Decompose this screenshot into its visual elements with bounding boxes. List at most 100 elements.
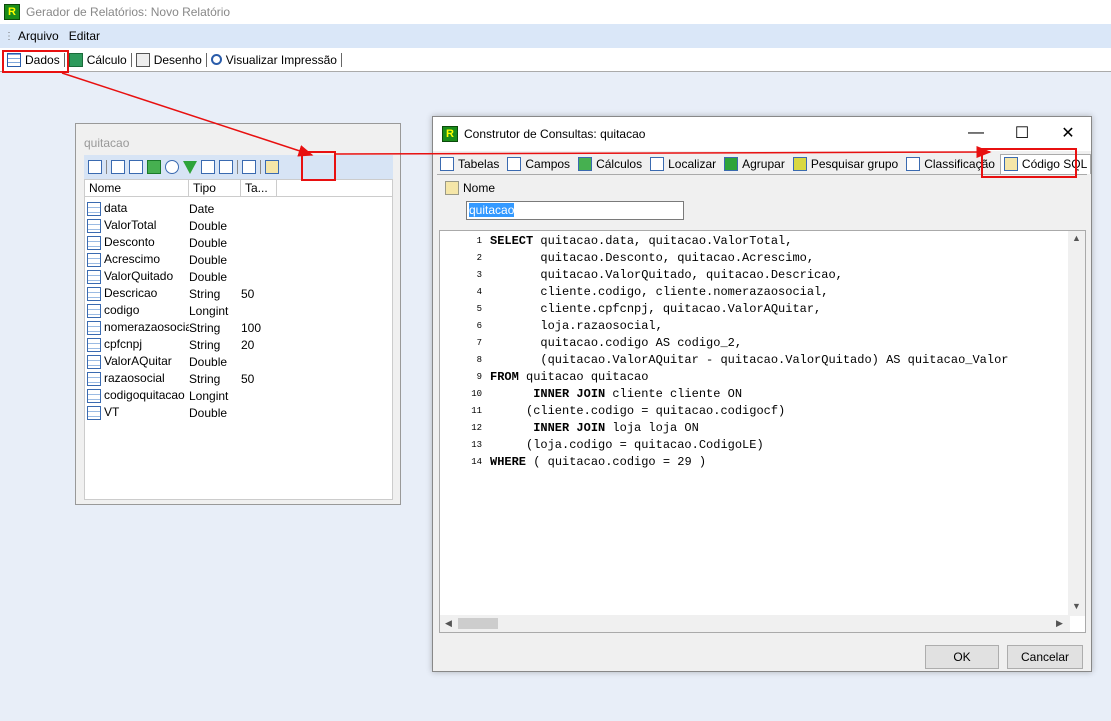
vertical-scrollbar[interactable]: ▲ ▼ xyxy=(1068,231,1085,616)
menu-editar[interactable]: Editar xyxy=(69,29,100,43)
sql-text: cliente.codigo, cliente.nomerazaosocial, xyxy=(490,285,829,299)
scroll-left-icon[interactable]: ◀ xyxy=(445,618,452,629)
field-row[interactable]: Desconto Double xyxy=(85,234,392,251)
sql-text: cliente.cpfcnpj, quitacao.ValorAQuitar, xyxy=(490,302,822,316)
field-icon xyxy=(87,252,101,267)
line-number: 1 xyxy=(476,236,482,246)
field-icon xyxy=(87,235,101,250)
sql-text: quitacao.data, quitacao.ValorTotal, xyxy=(533,234,793,248)
tab-sort[interactable]: Classificação xyxy=(903,154,998,174)
field-name: ValorAQuitar xyxy=(104,354,172,369)
field-type: String xyxy=(189,320,221,335)
field-row[interactable]: data Date xyxy=(85,200,392,217)
insert-icon[interactable] xyxy=(242,160,256,174)
visualizar-impressao-label: Visualizar Impressão xyxy=(225,52,337,67)
sql-keyword: WHERE xyxy=(490,455,527,469)
sql-line: 9 FROM quitacao quitacao xyxy=(440,369,1070,386)
sql-line: 5 cliente.cpfcnpj, quitacao.ValorAQuitar… xyxy=(440,301,1070,318)
column-nome[interactable]: Nome xyxy=(85,180,189,196)
field-name: razaosocial xyxy=(104,371,165,386)
tab-label: Classificação xyxy=(924,156,995,171)
dados-button[interactable]: Dados xyxy=(4,50,63,70)
sql-code-icon[interactable] xyxy=(265,160,279,174)
tab-search[interactable]: Localizar xyxy=(647,154,719,174)
tab-label: Agrupar xyxy=(742,156,785,171)
field-type: Double xyxy=(189,235,228,250)
field-row[interactable]: razaosocial String 50 xyxy=(85,370,392,387)
cancel-button[interactable]: Cancelar xyxy=(1007,645,1083,669)
tab-sql-code[interactable]: Código SQL xyxy=(999,153,1092,174)
table-icon[interactable] xyxy=(111,160,125,174)
sql-code[interactable]: 1 SELECT quitacao.data, quitacao.ValorTot… xyxy=(440,231,1070,616)
query-builder-dialog: R Construtor de Consultas: quitacao — ☐ … xyxy=(432,116,1092,672)
field-type: Double xyxy=(189,405,228,420)
name-input[interactable]: quitacao xyxy=(466,201,684,220)
field-icon xyxy=(87,337,101,352)
field-name: nomerazaosocial xyxy=(104,320,189,335)
line-number: 12 xyxy=(471,423,482,433)
tab-filter[interactable]: Agrupar xyxy=(721,154,788,174)
tab-fields[interactable]: Campos xyxy=(504,154,573,174)
field-row[interactable]: cpfcnpj String 20 xyxy=(85,336,392,353)
menu-arquivo[interactable]: Arquivo xyxy=(18,29,59,43)
field-row[interactable]: codigo Longint xyxy=(85,302,392,319)
field-icon xyxy=(87,218,101,233)
sql-line: 1 SELECT quitacao.data, quitacao.ValorTot… xyxy=(440,233,1070,250)
column-tamanho[interactable]: Ta... xyxy=(241,180,277,196)
line-number: 7 xyxy=(476,338,482,348)
maximize-icon[interactable]: ☐ xyxy=(999,117,1045,149)
field-name-cell: ValorQuitado xyxy=(85,269,189,284)
field-row[interactable]: ValorTotal Double xyxy=(85,217,392,234)
sql-code-icon xyxy=(1003,157,1018,171)
group-search-icon[interactable] xyxy=(201,160,215,174)
preview-icon[interactable] xyxy=(88,160,102,174)
search-icon[interactable] xyxy=(165,160,179,174)
column-tipo[interactable]: Tipo xyxy=(189,180,241,196)
sql-line: 8 (quitacao.ValorAQuitar - quitacao.Valo… xyxy=(440,352,1070,369)
field-row[interactable]: ValorQuitado Double xyxy=(85,268,392,285)
field-row[interactable]: nomerazaosocial String 100 xyxy=(85,319,392,336)
sort-icon[interactable] xyxy=(219,160,233,174)
panel-separator xyxy=(237,160,238,174)
field-name: ValorQuitado xyxy=(104,269,174,284)
desenho-button[interactable]: Desenho xyxy=(133,50,205,70)
field-type: String xyxy=(189,286,221,301)
line-number: 8 xyxy=(476,355,482,365)
sql-text: quitacao.ValorQuitado, quitacao.Descrica… xyxy=(490,268,843,282)
fields-icon[interactable] xyxy=(129,160,143,174)
field-row[interactable]: Descricao String 50 xyxy=(85,285,392,302)
filter-icon[interactable] xyxy=(183,160,197,174)
app-logo-icon: R xyxy=(4,4,20,20)
tab-label: Localizar xyxy=(668,156,717,171)
ok-button[interactable]: OK xyxy=(925,645,999,669)
field-icon xyxy=(87,354,101,369)
visualizar-impressao-button[interactable]: Visualizar Impressão xyxy=(208,50,340,70)
field-row[interactable]: ValorAQuitar Double xyxy=(85,353,392,370)
scroll-thumb[interactable] xyxy=(458,618,498,629)
dados-label: Dados xyxy=(25,52,60,67)
line-number: 3 xyxy=(476,270,482,280)
fields-icon xyxy=(507,156,522,171)
sql-editor[interactable]: 1 SELECT quitacao.data, quitacao.ValorTot… xyxy=(439,230,1086,633)
calculo-button[interactable]: Cálculo xyxy=(66,50,130,70)
sql-text: (cliente.codigo = quitacao.codigocf) xyxy=(490,404,786,418)
tab-group-search[interactable]: Pesquisar grupo xyxy=(790,154,901,174)
calculator-icon[interactable] xyxy=(147,160,161,174)
field-row[interactable]: Acrescimo Double xyxy=(85,251,392,268)
tab-table[interactable]: Tabelas xyxy=(437,154,502,174)
field-row[interactable]: VT Double xyxy=(85,404,392,421)
app-logo-icon: R xyxy=(442,126,458,142)
line-number: 9 xyxy=(476,372,482,382)
field-name: Descricao xyxy=(104,286,158,301)
close-icon[interactable]: ✕ xyxy=(1045,117,1091,149)
line-number: 2 xyxy=(476,253,482,263)
scroll-up-icon[interactable]: ▲ xyxy=(1072,233,1081,243)
tab-calculator[interactable]: Cálculos xyxy=(575,154,645,174)
line-number: 5 xyxy=(476,304,482,314)
horizontal-scrollbar[interactable]: ◀ ▶ xyxy=(440,615,1070,632)
scroll-down-icon[interactable]: ▼ xyxy=(1072,601,1081,611)
field-name: codigoquitacao xyxy=(104,388,185,403)
minimize-icon[interactable]: — xyxy=(953,117,999,149)
scroll-right-icon[interactable]: ▶ xyxy=(1056,618,1063,629)
field-row[interactable]: codigoquitacao Longint xyxy=(85,387,392,404)
